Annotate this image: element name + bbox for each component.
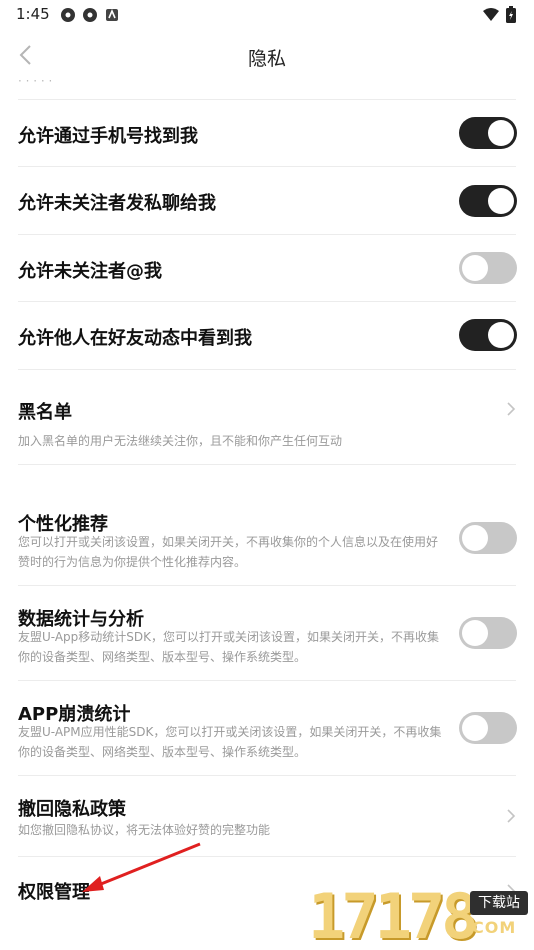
crash-stats-toggle[interactable] (459, 712, 517, 744)
revoke-policy-description: 如您撤回隐私协议，将无法体验好赞的完整功能 (18, 823, 271, 837)
divider (18, 369, 516, 370)
toggle-knob (462, 620, 488, 646)
strangers-mention-toggle[interactable] (459, 252, 517, 284)
battery-icon (506, 6, 516, 27)
toggle-knob (488, 322, 514, 348)
nav-bar: 隐私 (0, 30, 534, 80)
watermark-logo: 17178 (308, 880, 479, 950)
toggle-knob (488, 188, 514, 214)
divider (18, 301, 516, 302)
wifi-icon (482, 7, 500, 26)
strangers-message-toggle[interactable] (459, 185, 517, 217)
app-icon-2 (82, 7, 98, 23)
divider (18, 99, 516, 100)
find-by-phone-label: 允许通过手机号找到我 (18, 126, 198, 147)
crash-stats-description: 友盟U-APM应用性能SDK，您可以打开或关闭该设置，如果关闭开关，不再收集你的… (18, 725, 442, 759)
divider (18, 680, 516, 681)
watermark-domain: COM (472, 918, 517, 937)
status-time: 1:45 (16, 5, 50, 23)
revoke-policy-label[interactable]: 撤回隐私政策 (18, 795, 126, 821)
blacklist-description: 加入黑名单的用户无法继续关注你，且不能和你产生任何互动 (18, 434, 343, 448)
status-bar: 1:45 (0, 0, 534, 30)
analytics-toggle[interactable] (459, 617, 517, 649)
divider (18, 464, 516, 465)
strangers-mention-label: 允许未关注者@我 (18, 261, 162, 282)
scrolled-off-row: · · · · · (18, 80, 53, 88)
app-icon-1 (60, 7, 76, 23)
divider (18, 166, 516, 167)
toggle-knob (462, 525, 488, 551)
divider (18, 856, 516, 857)
personalized-description: 您可以打开或关闭该设置，如果关闭开关，不再收集你的个人信息以及在使用好赞时的行为… (18, 535, 439, 569)
find-by-phone-toggle[interactable] (459, 117, 517, 149)
divider (18, 585, 516, 586)
analytics-description: 友盟U-App移动统计SDK，您可以打开或关闭该设置，如果关闭开关，不再收集你的… (18, 630, 440, 664)
toggle-knob (462, 715, 488, 741)
personalized-toggle[interactable] (459, 522, 517, 554)
chevron-right-icon[interactable] (506, 809, 516, 823)
toggle-knob (488, 120, 514, 146)
divider (18, 775, 516, 776)
watermark-badge: 下载站 (470, 891, 528, 915)
page-title: 隐私 (247, 48, 286, 70)
divider (18, 234, 516, 235)
friends-feed-toggle[interactable] (459, 319, 517, 351)
chevron-right-icon[interactable] (506, 402, 516, 416)
status-right-icons (482, 6, 516, 27)
notification-icon (104, 7, 120, 23)
toggle-knob (462, 255, 488, 281)
strangers-message-label: 允许未关注者发私聊给我 (18, 193, 216, 214)
permissions-label[interactable]: 权限管理 (18, 878, 90, 904)
friends-feed-label: 允许他人在好友动态中看到我 (18, 328, 252, 349)
blacklist-label[interactable]: 黑名单 (18, 398, 72, 424)
status-left-icons (60, 7, 120, 23)
